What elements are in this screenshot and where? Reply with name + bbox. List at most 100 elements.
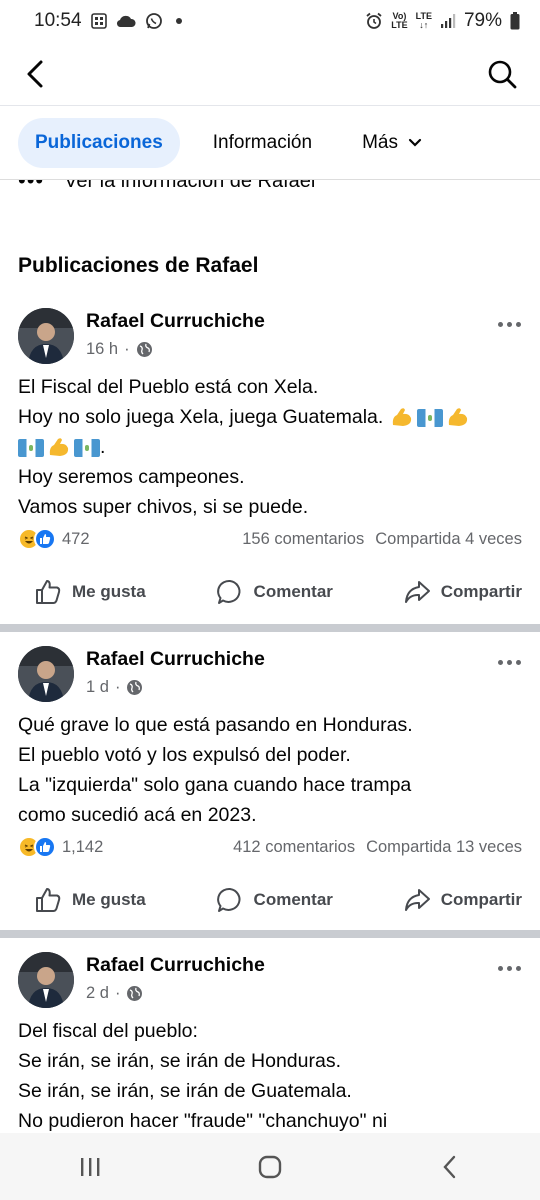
share-button[interactable]: Compartir <box>403 578 522 606</box>
tab-informacion[interactable]: Información <box>196 118 329 168</box>
post-stats: 1,142 412 comentarios Compartida 13 vece… <box>0 830 540 864</box>
post-text: Del fiscal del pueblo: Se irán, se irán,… <box>0 1016 540 1133</box>
signal-icon <box>440 13 456 29</box>
share-button[interactable]: Compartir <box>403 886 522 914</box>
post-actions: Me gusta Comentar Compartir <box>0 556 540 628</box>
reactions-count: 472 <box>62 529 90 548</box>
comments-count[interactable]: 412 comentarios <box>233 838 355 857</box>
like-reaction-icon <box>34 528 56 550</box>
share-label: Compartir <box>440 581 522 601</box>
reactions-summary[interactable]: 472 <box>18 528 90 550</box>
comment-label: Comentar <box>253 889 333 909</box>
post-line: El Fiscal del Pueblo está con Xela. <box>18 376 319 398</box>
comment-button[interactable]: Comentar <box>216 578 333 606</box>
avatar[interactable] <box>18 952 74 1008</box>
post-options-button[interactable] <box>494 318 524 330</box>
post-line: como sucedió acá en 2023. <box>18 804 257 826</box>
like-button[interactable]: Me gusta <box>34 886 146 914</box>
globe-icon <box>127 680 143 695</box>
system-nav-bar <box>0 1133 540 1200</box>
like-button[interactable]: Me gusta <box>34 578 146 606</box>
home-icon[interactable] <box>240 1137 300 1197</box>
shares-count[interactable]: Compartida 13 veces <box>366 838 522 857</box>
profile-tabs: Publicaciones Información Más <box>0 106 540 180</box>
post-line: Se irán, se irán, se irán de Honduras. <box>18 1050 342 1072</box>
post-line: Del fiscal del pueblo: <box>18 1020 198 1042</box>
tab-publicaciones[interactable]: Publicaciones <box>18 117 180 168</box>
status-bar: 10:54 Vo) LTE LTE ↓↑ 79% <box>0 0 540 42</box>
comments-count[interactable]: 156 comentarios <box>242 530 364 549</box>
like-label: Me gusta <box>72 889 146 909</box>
tab-mas[interactable]: Más <box>345 118 439 168</box>
globe-icon <box>136 342 152 357</box>
battery-icon <box>510 12 520 30</box>
post-time[interactable]: 2 d <box>86 984 109 1003</box>
cloud-icon <box>116 14 136 28</box>
reactions-count: 1,142 <box>62 837 104 856</box>
like-reaction-icon <box>34 836 56 858</box>
post-time[interactable]: 1 d <box>86 678 109 697</box>
post-line: Se irán, se irán, se irán de Guatemala. <box>18 1080 352 1102</box>
shares-count[interactable]: Compartida 4 veces <box>375 530 522 549</box>
guatemala-flag-icon <box>74 438 100 457</box>
post-actions: Me gusta Comentar Compartir <box>0 864 540 936</box>
alarm-icon <box>365 12 383 30</box>
globe-icon <box>127 986 143 1001</box>
app-header <box>0 42 540 106</box>
volte-icon: Vo) LTE <box>391 11 408 30</box>
dot-icon <box>175 18 182 24</box>
thumbs-up-icon <box>36 887 61 912</box>
comment-icon <box>216 887 241 912</box>
battery-percent: 79% <box>463 10 502 31</box>
post: Rafael Curruchiche 16 h · El Fiscal del … <box>0 300 540 628</box>
post-line: No pudieron hacer "fraude" "chanchuyo" n… <box>18 1110 388 1132</box>
comment-icon <box>216 579 241 604</box>
post: Rafael Curruchiche 2 d · Del fiscal del … <box>0 944 540 1133</box>
gallery-icon <box>90 13 107 29</box>
lte-icon: LTE ↓↑ <box>415 11 432 30</box>
guatemala-flag-icon <box>18 438 44 457</box>
post-divider <box>0 624 540 632</box>
post-line: Hoy no solo juega Xela, juega Guatemala. <box>18 402 522 432</box>
search-icon[interactable] <box>484 56 520 92</box>
post: Rafael Curruchiche 1 d · Qué grave lo qu… <box>0 638 540 936</box>
guatemala-flag-icon <box>416 408 443 427</box>
post-line: Qué grave lo que está pasando en Hondura… <box>18 714 413 736</box>
emoji-group <box>18 435 100 461</box>
post-line: Hoy seremos campeones. <box>18 466 245 488</box>
comment-label: Comentar <box>253 581 333 601</box>
comment-button[interactable]: Comentar <box>216 886 333 914</box>
post-text: Qué grave lo que está pasando en Hondura… <box>0 710 540 830</box>
post-divider <box>0 930 540 938</box>
share-icon <box>404 888 430 911</box>
tab-mas-label: Más <box>362 131 398 153</box>
emoji-group <box>389 405 471 431</box>
recents-icon[interactable] <box>60 1137 120 1197</box>
share-label: Compartir <box>440 889 522 909</box>
post-stats: 472 156 comentarios Compartida 4 veces <box>0 522 540 556</box>
post-line: Vamos super chivos, si se puede. <box>18 496 309 518</box>
post-line: El pueblo votó y los expulsó del poder. <box>18 744 351 766</box>
whatsapp-icon <box>145 12 163 30</box>
post-author[interactable]: Rafael Curruchiche <box>86 310 265 333</box>
like-label: Me gusta <box>72 581 146 601</box>
flexed-biceps-icon <box>448 408 467 426</box>
avatar[interactable] <box>18 308 74 364</box>
post-meta: 1 d · <box>86 678 143 697</box>
thumbs-up-icon <box>36 579 61 604</box>
section-title: Publicaciones de Rafael <box>18 254 259 277</box>
back-arrow-icon[interactable] <box>18 56 52 92</box>
post-author[interactable]: Rafael Curruchiche <box>86 648 265 671</box>
avatar[interactable] <box>18 646 74 702</box>
chevron-down-icon <box>408 138 422 147</box>
post-text: El Fiscal del Pueblo está con Xela. Hoy … <box>0 372 540 522</box>
post-options-button[interactable] <box>494 656 524 668</box>
post-options-button[interactable] <box>494 962 524 974</box>
share-icon <box>404 580 430 603</box>
back-icon[interactable] <box>420 1137 480 1197</box>
post-meta: 2 d · <box>86 984 143 1003</box>
post-meta: 16 h · <box>86 340 153 359</box>
post-author[interactable]: Rafael Curruchiche <box>86 954 265 977</box>
post-time[interactable]: 16 h <box>86 340 118 359</box>
reactions-summary[interactable]: 1,142 <box>18 836 103 858</box>
